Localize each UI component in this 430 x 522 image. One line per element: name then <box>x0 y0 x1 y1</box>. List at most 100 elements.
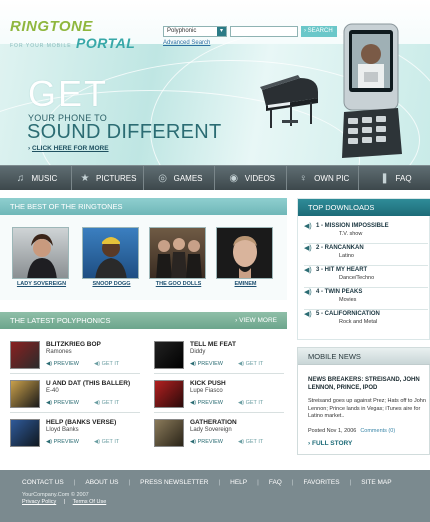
piano-image <box>260 75 318 128</box>
speaker-icon: ◀) <box>46 439 53 445</box>
chevron-down-icon[interactable]: ▾ <box>217 27 226 36</box>
ringtone-artist-name[interactable]: EMINEM <box>216 281 275 287</box>
speaker-icon[interactable]: ◀) <box>304 288 312 296</box>
ringtone-artist-name[interactable]: SNOOP DOGG <box>82 281 141 287</box>
speaker-icon: ◀) <box>190 361 197 367</box>
privacy-policy-link[interactable]: Privacy Policy <box>22 499 56 505</box>
get-it-button[interactable]: ◀) GET IT <box>238 361 263 367</box>
polyphonic-item[interactable]: HELP (BANKS VERSE) Lloyd Banks ◀) PREVIE… <box>10 417 140 453</box>
download-title[interactable]: 4 - TWIN PEAKS <box>316 289 362 295</box>
footer-links: CONTACT US | ABOUT US | PRESS NEWSLETTER… <box>22 479 392 486</box>
album-thumb[interactable] <box>10 419 40 447</box>
gamepad-icon: ◎ <box>158 172 167 184</box>
download-item[interactable]: ◀) 1 - MISSION IMPOSSIBLE T.V. show <box>304 223 428 244</box>
search-input[interactable] <box>230 26 298 37</box>
hero-cta-link[interactable]: › CLICK HERE FOR MORE <box>28 145 109 152</box>
preview-button[interactable]: ◀) PREVIEW <box>190 361 223 367</box>
get-it-button[interactable]: ◀) GET IT <box>238 439 263 445</box>
get-it-button[interactable]: ◀) GET IT <box>94 439 119 445</box>
speaker-icon: ◀) <box>94 439 101 445</box>
nav-item-pictures[interactable]: ★ PICTURES <box>72 166 144 190</box>
preview-button[interactable]: ◀) PREVIEW <box>46 361 79 367</box>
speaker-icon[interactable]: ◀) <box>304 244 312 252</box>
artist-photo[interactable] <box>12 227 69 279</box>
download-item[interactable]: ◀) 2 - RANCANKAN Latino <box>304 245 428 266</box>
download-genre: Latino <box>339 253 354 259</box>
download-item[interactable]: ◀) 4 - TWIN PEAKS Movies <box>304 289 428 310</box>
get-it-button[interactable]: ◀) GET IT <box>94 400 119 406</box>
footer-link-sitemap[interactable]: SITE MAP <box>361 479 391 486</box>
polyphonic-item[interactable]: GATHERATION Lady Sovereign ◀) PREVIEW ◀)… <box>154 417 284 453</box>
album-thumb[interactable] <box>10 380 40 408</box>
artist-photo[interactable] <box>216 227 273 279</box>
download-genre: T.V. show <box>339 231 363 237</box>
ringtone-artist-name[interactable]: LADY SOVEREIGN <box>12 281 71 287</box>
footer-link-press[interactable]: PRESS NEWSLETTER <box>140 479 208 486</box>
download-item[interactable]: ◀) 3 - HIT MY HEART Dance/Techno <box>304 267 428 288</box>
footer-link-about[interactable]: ABOUT US <box>85 479 118 486</box>
speaker-icon[interactable]: ◀) <box>304 266 312 274</box>
polyphonic-item[interactable]: U AND DAT (THIS BALLER) E-40 ◀) PREVIEW … <box>10 378 140 414</box>
ringtone-card[interactable]: THE GOO DOLLS <box>149 227 208 289</box>
get-it-button[interactable]: ◀) GET IT <box>238 400 263 406</box>
album-thumb[interactable] <box>10 341 40 369</box>
search-button[interactable]: › SEARCH <box>301 26 337 37</box>
hero-get: GET <box>28 73 109 114</box>
download-item[interactable]: ◀) 5 - CALIFORNICATION Rock and Metal <box>304 311 428 332</box>
nav-item-music[interactable]: ♫ MUSIC <box>0 166 72 190</box>
polyphonic-title[interactable]: TELL ME FEAT <box>190 341 236 348</box>
polyphonic-item[interactable]: TELL ME FEAT Diddy ◀) PREVIEW ◀) GET IT <box>154 339 284 375</box>
preview-button[interactable]: ◀) PREVIEW <box>46 439 79 445</box>
polyphonic-title[interactable]: BLITZKRIEG BOP <box>46 341 101 348</box>
nav-item-faq[interactable]: ❚ FAQ <box>359 166 430 190</box>
polyphonics-heading: THE LATEST POLYPHONICS <box>10 316 111 325</box>
view-more-link[interactable]: › VIEW MORE <box>235 317 277 324</box>
ringtone-artist-name[interactable]: THE GOO DOLLS <box>149 281 208 287</box>
footer-link-help[interactable]: HELP <box>230 479 247 486</box>
nav-item-own-pic[interactable]: ♀ OWN PIC <box>287 166 360 190</box>
polyphonic-item[interactable]: KICK PUSH Lupe Fiasco ◀) PREVIEW ◀) GET … <box>154 378 284 414</box>
album-thumb[interactable] <box>154 419 184 447</box>
download-title[interactable]: 1 - MISSION IMPOSSIBLE <box>316 223 389 229</box>
preview-button[interactable]: ◀) PREVIEW <box>46 400 79 406</box>
polyphonic-title[interactable]: HELP (BANKS VERSE) <box>46 419 116 426</box>
footer-legal: Privacy Policy | Terms Of Use <box>22 499 107 505</box>
speaker-icon: ◀) <box>238 361 245 367</box>
ringtone-card[interactable]: SNOOP DOGG <box>82 227 141 289</box>
polyphonic-item[interactable]: BLITZKRIEG BOP Ramones ◀) PREVIEW ◀) GET… <box>10 339 140 375</box>
news-comments-link[interactable]: Comments (0) <box>360 428 395 434</box>
full-story-link[interactable]: › FULL STORY <box>308 440 352 447</box>
copyright: YourCompany.Com © 2007 <box>22 492 89 498</box>
ringtone-card[interactable]: LADY SOVEREIGN <box>12 227 71 289</box>
news-title[interactable]: NEWS BREAKERS: STREISAND, JOHN LENNON, P… <box>308 376 426 392</box>
preview-button[interactable]: ◀) PREVIEW <box>190 400 223 406</box>
album-thumb[interactable] <box>154 341 184 369</box>
speaker-icon: ◀) <box>94 400 101 406</box>
artist-photo[interactable] <box>82 227 139 279</box>
download-title[interactable]: 5 - CALIFORNICATION <box>316 311 380 317</box>
arrow-right-icon: › <box>308 440 311 447</box>
speaker-icon[interactable]: ◀) <box>304 222 312 230</box>
artist-photo[interactable] <box>149 227 206 279</box>
download-title[interactable]: 2 - RANCANKAN <box>316 245 364 251</box>
footer-link-faq[interactable]: FAQ <box>269 479 282 486</box>
search-category-select[interactable]: Polyphonic ▾ <box>163 26 227 37</box>
speaker-icon[interactable]: ◀) <box>304 310 312 318</box>
nav-item-games[interactable]: ◎ GAMES <box>144 166 216 190</box>
get-it-button[interactable]: ◀) GET IT <box>94 361 119 367</box>
site-logo[interactable]: RINGTONE FOR YOUR MOBILE PORTAL <box>10 18 140 51</box>
album-thumb[interactable] <box>154 380 184 408</box>
preview-button[interactable]: ◀) PREVIEW <box>190 439 223 445</box>
footer-link-contact[interactable]: CONTACT US <box>22 479 64 486</box>
ringtone-card[interactable]: EMINEM <box>216 227 275 289</box>
terms-link[interactable]: Terms Of Use <box>73 499 107 505</box>
hero-line3: SOUND DIFFERENT <box>27 121 222 143</box>
speaker-icon: ◀) <box>238 439 245 445</box>
advanced-search-link[interactable]: Advanced Search <box>163 40 210 46</box>
polyphonic-title[interactable]: U AND DAT (THIS BALLER) <box>46 380 130 387</box>
nav-item-videos[interactable]: ◉ VIDEOS <box>215 166 288 190</box>
polyphonic-title[interactable]: KICK PUSH <box>190 380 226 387</box>
polyphonic-title[interactable]: GATHERATION <box>190 419 237 426</box>
download-title[interactable]: 3 - HIT MY HEART <box>316 267 367 273</box>
footer-link-favorites[interactable]: FAVORITES <box>304 479 340 486</box>
